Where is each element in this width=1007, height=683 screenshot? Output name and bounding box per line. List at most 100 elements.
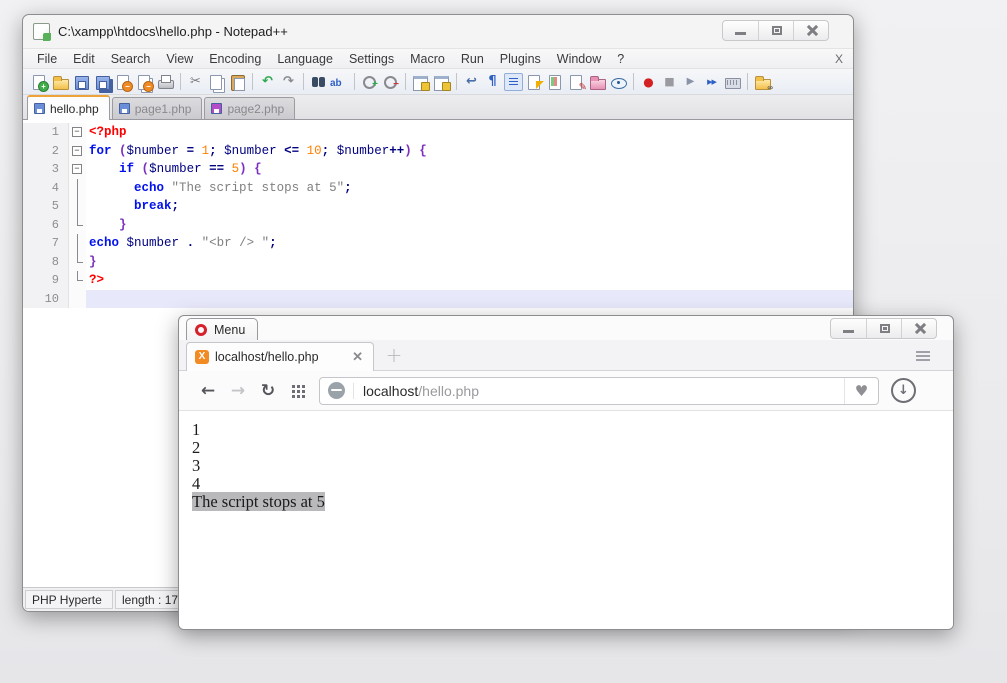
sync-vertical-icon[interactable] [411,73,430,91]
editor-tab-page1.php[interactable]: page1.php [112,97,203,119]
menu-item-help[interactable]: ? [609,50,632,68]
close-all-icon[interactable] [135,73,154,91]
paste-icon[interactable] [228,73,247,91]
menu-item-run[interactable]: Run [453,50,492,68]
opera-tab-localhost[interactable]: X localhost/hello.php ✕ [186,342,374,371]
close-button[interactable] [901,319,936,338]
close-button[interactable] [793,21,828,40]
open-containing-folder-icon[interactable]: ∞ [753,73,772,91]
document-switcher-icon[interactable] [567,73,586,91]
minimize-button[interactable] [831,319,866,338]
show-all-characters-icon[interactable] [483,73,502,91]
menu-item-view[interactable]: View [158,50,201,68]
menu-item-window[interactable]: Window [549,50,609,68]
site-badge-icon[interactable] [328,382,345,399]
menu-item-macro[interactable]: Macro [402,50,453,68]
code-line[interactable]: 6 } [23,216,853,235]
downloads-icon[interactable]: ↓ [891,378,916,403]
notepad-titlebar[interactable]: C:\xampp\htdocs\hello.php - Notepad++ [23,15,853,48]
fold-margin[interactable] [69,234,86,253]
toolbar-separator [456,73,457,90]
folder-as-workspace-icon[interactable] [588,73,607,91]
menu-item-search[interactable]: Search [103,50,159,68]
tab-menu-icon[interactable] [915,351,931,363]
bookmark-heart-icon[interactable]: ♥ [844,378,878,404]
opera-menu-button[interactable]: Menu [186,318,258,340]
code-line[interactable]: 1<?php [23,123,853,142]
minimize-button[interactable] [723,21,758,40]
menu-item-settings[interactable]: Settings [341,50,402,68]
monitoring-icon[interactable] [609,73,628,91]
redo-icon[interactable] [279,73,298,91]
replace-icon[interactable] [330,73,349,91]
save-all-icon[interactable] [93,73,112,91]
fold-margin[interactable] [69,197,86,216]
maximize-button[interactable] [866,319,901,338]
macro-play-icon[interactable] [681,73,700,91]
fold-margin[interactable] [69,123,86,142]
tab-label: localhost/hello.php [215,350,350,364]
menu-item-encoding[interactable]: Encoding [201,50,269,68]
address-bar[interactable]: localhost/hello.php ♥ [319,377,879,405]
tab-label: page1.php [135,102,192,116]
function-completion-icon[interactable] [525,73,544,91]
close-icon[interactable] [114,73,133,91]
maximize-icon [772,26,782,35]
cut-icon[interactable] [186,73,205,91]
editor-tab-page2.php[interactable]: page2.php [204,97,295,119]
find-icon[interactable] [309,73,328,91]
zoom-in-icon[interactable]: + [360,73,379,91]
new-file-icon[interactable] [30,73,49,91]
word-wrap-icon[interactable] [462,73,481,91]
new-tab-button[interactable]: + [384,346,404,366]
menu-item-edit[interactable]: Edit [65,50,103,68]
fold-margin[interactable] [69,271,86,290]
fold-collapse-icon[interactable] [72,127,82,137]
code-line[interactable]: 10 [23,290,853,309]
code-line[interactable]: 4 echo "The script stops at 5"; [23,179,853,198]
menu-item-language[interactable]: Language [269,50,341,68]
code-line[interactable]: 8} [23,253,853,272]
code-line[interactable]: 5 break; [23,197,853,216]
document-close-x[interactable]: X [835,52,843,66]
code-line[interactable]: 2for ($number = 1; $number <= 10; $numbe… [23,142,853,161]
document-map-icon[interactable] [546,73,565,91]
macro-run-multiple-icon[interactable] [702,73,721,91]
fold-margin[interactable] [69,142,86,161]
fold-collapse-icon[interactable] [72,146,82,156]
reload-button[interactable]: ↻ [253,376,283,406]
browser-page-content[interactable]: 1234The script stops at 5 [179,411,953,629]
toolbar-separator [252,73,253,90]
tab-close-icon[interactable]: ✕ [350,349,365,365]
forward-button[interactable]: → [223,376,253,406]
zoom-out-icon[interactable]: − [381,73,400,91]
macro-save-icon[interactable] [723,73,742,91]
fold-margin[interactable] [69,253,86,272]
code-line[interactable]: 9?> [23,271,853,290]
editor-tab-hello.php[interactable]: hello.php [27,95,110,120]
fold-margin[interactable] [69,179,86,198]
back-button[interactable]: ← [193,376,223,406]
maximize-button[interactable] [758,21,793,40]
toolbar-separator [303,73,304,90]
save-icon[interactable] [72,73,91,91]
opera-titlebar[interactable]: Menu [179,316,953,340]
fold-collapse-icon[interactable] [72,164,82,174]
speed-dial-icon[interactable] [283,376,313,406]
macro-record-icon[interactable] [639,73,658,91]
open-icon[interactable] [51,73,70,91]
code-line[interactable]: 3 if ($number == 5) { [23,160,853,179]
fold-margin[interactable] [69,290,86,309]
fold-margin[interactable] [69,160,86,179]
menu-item-plugins[interactable]: Plugins [492,50,549,68]
menu-item-file[interactable]: File [29,50,65,68]
fold-margin[interactable] [69,216,86,235]
indent-guide-icon[interactable] [504,73,523,91]
code-line[interactable]: 7echo $number . "<br /> "; [23,234,853,253]
copy-icon[interactable] [207,73,226,91]
undo-icon[interactable] [258,73,277,91]
sync-horizontal-icon[interactable] [432,73,451,91]
url-text[interactable]: localhost/hello.php [353,383,844,399]
print-icon[interactable] [156,73,175,91]
macro-stop-icon[interactable] [660,73,679,91]
